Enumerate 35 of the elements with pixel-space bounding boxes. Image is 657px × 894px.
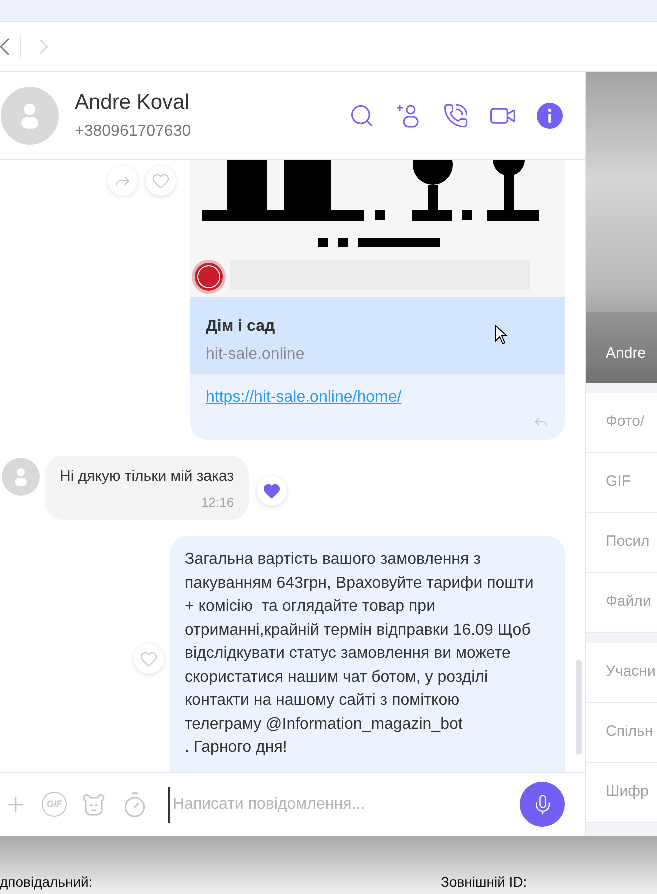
contact-name: Andre Koval	[75, 90, 190, 116]
like-button[interactable]	[257, 476, 288, 506]
message-text: Загальна вартість вашого замовлення з пакуванням 643грн, Враховуйте тарифи пошти + комісію та оглядайте товар при отриманні,крайній термін відправки 16.09 Щоб відслідкувати статус замовлення ви можете скористатися нашим чат ботом, у розділі контакти на нашому сайті з поміткою телеграму @Information_magazin_bot . Гарного дня!	[185, 550, 535, 758]
panel-item[interactable]: Посил	[586, 513, 657, 573]
cursor-icon	[495, 325, 509, 345]
field-label: дповідальний:	[0, 873, 93, 892]
panel-item[interactable]: GIF	[586, 453, 657, 513]
message-text: Ні дякую тільки мій заказ	[60, 467, 234, 487]
field-label: Зовнішній ID:	[441, 873, 528, 892]
gif-button[interactable]: GIF	[42, 792, 67, 817]
bear-icon	[81, 792, 107, 816]
heart-icon	[140, 650, 158, 668]
message-time: 12:16	[202, 494, 234, 512]
contact-name: Andre	[606, 344, 646, 364]
panel-item[interactable]: Фото/	[586, 393, 657, 453]
panel-item[interactable]: Спільн	[586, 703, 657, 763]
message-input[interactable]: Написати повідомлення...	[168, 786, 520, 822]
voice-button[interactable]	[520, 782, 565, 827]
panel-item[interactable]: Файли	[586, 573, 657, 633]
search-button[interactable]	[349, 102, 375, 128]
person-icon	[20, 102, 40, 128]
info-icon	[537, 102, 563, 128]
logo-icon	[191, 259, 227, 295]
preview-domain: hit-sale.online	[206, 345, 305, 365]
contact-phone: +380961707630	[75, 122, 192, 142]
panel-item[interactable]: Учасни	[586, 643, 657, 703]
panel-item[interactable]: Шифр	[586, 763, 657, 823]
heart-icon	[152, 172, 170, 190]
scrollbar[interactable]	[576, 660, 582, 755]
call-button[interactable]	[443, 102, 469, 128]
preview-title: Дім і сад	[206, 317, 276, 337]
info-button[interactable]	[537, 102, 563, 128]
heart-icon	[263, 482, 282, 500]
person-icon	[14, 468, 28, 486]
preview-link[interactable]: https://hit-sale.online/home/	[206, 386, 402, 410]
